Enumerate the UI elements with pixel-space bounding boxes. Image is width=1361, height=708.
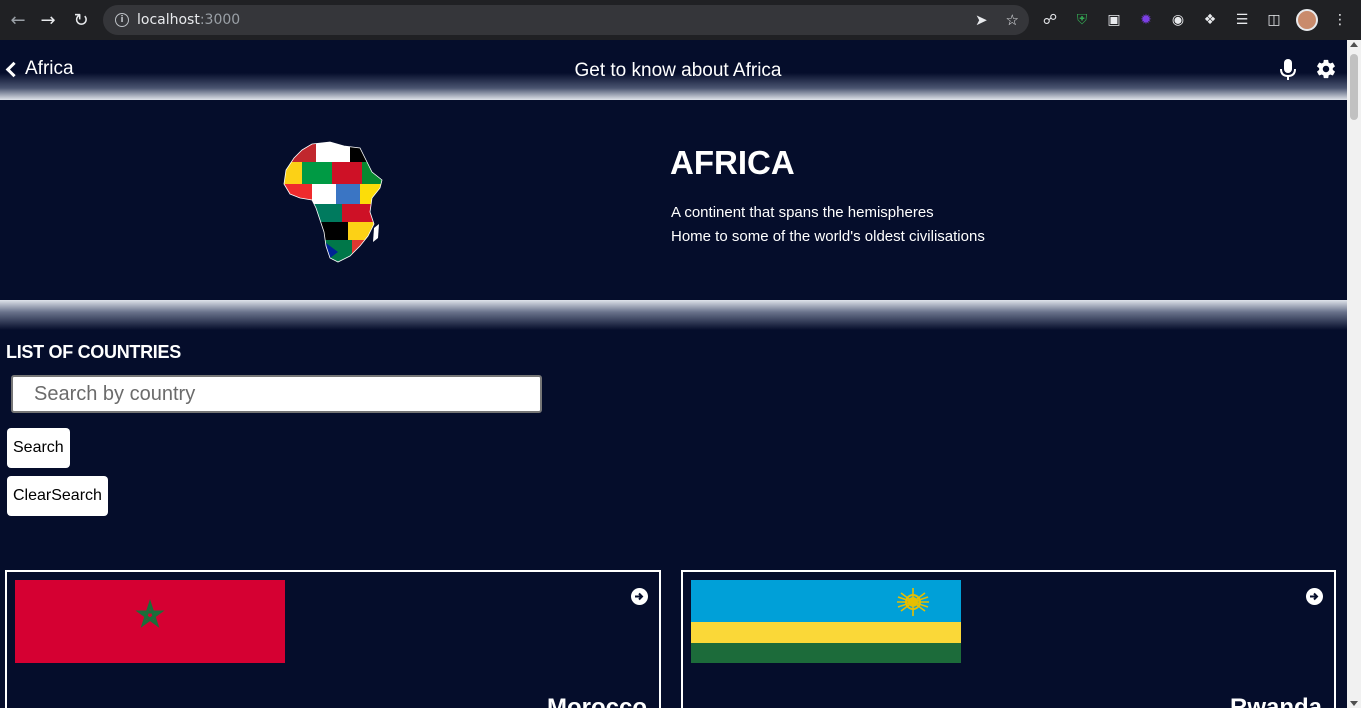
gear-icon[interactable] bbox=[1315, 58, 1337, 80]
hero-line-1: A continent that spans the hemispheres bbox=[671, 204, 934, 221]
africa-flags-map bbox=[283, 141, 383, 263]
globe-icon[interactable]: ◉ bbox=[1168, 10, 1188, 30]
top-nav: Africa Get to know about Africa bbox=[0, 40, 1347, 100]
send-icon[interactable]: ➤ bbox=[975, 11, 988, 29]
hero-title: AFRICA bbox=[670, 144, 795, 181]
page: Africa Get to know about Africa AFRICA A… bbox=[0, 40, 1347, 708]
browser-toolbar: ← → ↻ i localhost:3000 ➤ ☆ ☍ ⛨ ▣ ✹ ◉ ❖ ☰… bbox=[0, 0, 1361, 40]
bookmark-star-icon[interactable]: ☆ bbox=[1006, 11, 1019, 29]
country-name: Rwanda bbox=[1229, 694, 1322, 708]
shield-icon[interactable]: ⛨ bbox=[1072, 10, 1092, 30]
arrow-right-circle-icon[interactable] bbox=[1306, 588, 1323, 605]
morocco-flag bbox=[15, 580, 285, 663]
site-info-icon[interactable]: i bbox=[115, 13, 129, 27]
scrollbar-thumb[interactable] bbox=[1350, 54, 1358, 120]
country-card-rwanda[interactable]: Rwanda bbox=[681, 570, 1336, 708]
scroll-up-icon[interactable] bbox=[1350, 42, 1358, 47]
country-card-morocco[interactable]: Morocco bbox=[5, 570, 661, 708]
profile-avatar[interactable] bbox=[1296, 9, 1318, 31]
hero-section: AFRICA A continent that spans the hemisp… bbox=[0, 100, 1347, 300]
reload-icon[interactable]: ↻ bbox=[65, 4, 97, 36]
url-host: localhost bbox=[137, 12, 200, 28]
nav-title: Get to know about Africa bbox=[574, 60, 782, 81]
url-port: :3000 bbox=[199, 12, 241, 28]
sidebar-icon[interactable]: ◫ bbox=[1264, 10, 1284, 30]
page-scrollbar[interactable] bbox=[1347, 40, 1361, 708]
back-arrow-icon[interactable]: ← bbox=[2, 4, 34, 36]
country-name: Morocco bbox=[546, 694, 647, 708]
search-input[interactable] bbox=[11, 375, 542, 413]
media-icon[interactable]: ☰ bbox=[1232, 10, 1252, 30]
clear-search-button[interactable]: ClearSearch bbox=[7, 476, 108, 516]
forward-arrow-icon[interactable]: → bbox=[32, 4, 64, 36]
search-button[interactable]: Search bbox=[7, 428, 70, 468]
address-bar[interactable]: i localhost:3000 ➤ ☆ bbox=[103, 5, 1029, 35]
rwanda-flag bbox=[691, 580, 961, 663]
puzzle-icon[interactable]: ❖ bbox=[1200, 10, 1220, 30]
window-icon[interactable]: ▣ bbox=[1104, 10, 1124, 30]
microphone-icon[interactable] bbox=[1280, 59, 1296, 81]
kebab-menu-icon[interactable]: ⋮ bbox=[1330, 10, 1350, 30]
arrow-right-circle-icon[interactable] bbox=[631, 588, 648, 605]
hero-line-2: Home to some of the world's oldest civil… bbox=[671, 228, 985, 245]
scroll-down-icon[interactable] bbox=[1350, 701, 1358, 706]
sparkle-icon[interactable]: ✹ bbox=[1136, 10, 1156, 30]
extension-icon[interactable]: ☍ bbox=[1040, 10, 1060, 30]
list-heading: LIST OF COUNTRIES bbox=[6, 342, 181, 362]
hero-divider bbox=[0, 300, 1347, 330]
